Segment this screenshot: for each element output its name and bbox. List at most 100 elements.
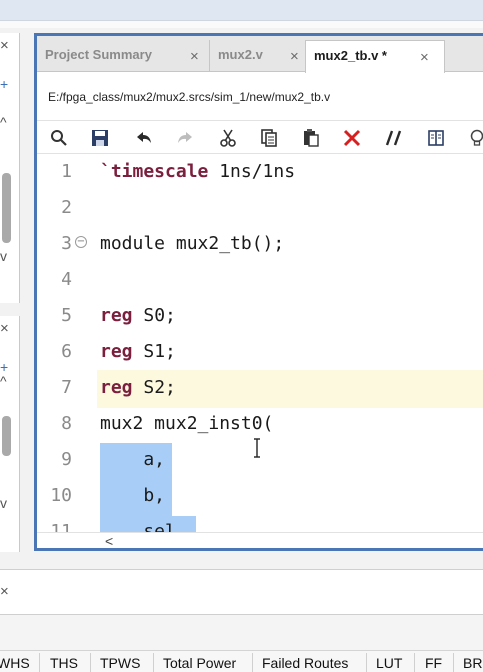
code-line[interactable]: 8 mux2 mux2_inst0( — [37, 406, 483, 442]
scroll-up-icon[interactable]: ^ — [0, 115, 7, 129]
tab-mux2-v[interactable]: mux2.v × — [209, 40, 305, 72]
bottom-panel: × — [0, 569, 483, 615]
horizontal-scrollbar[interactable]: < — [37, 532, 483, 548]
column-divider[interactable] — [153, 653, 154, 672]
tab-project-summary[interactable]: Project Summary × — [37, 40, 209, 72]
line-number: 6 — [61, 341, 72, 362]
pin-icon[interactable]: + — [0, 77, 8, 91]
code-text: `timescale 1ns/1ns — [100, 161, 295, 182]
column-header[interactable]: FF — [425, 655, 442, 671]
code-line[interactable]: 4 — [37, 262, 483, 298]
code-line[interactable]: 2 — [37, 190, 483, 226]
close-icon[interactable]: × — [0, 583, 9, 600]
column-header[interactable]: TPWS — [100, 655, 140, 671]
save-icon[interactable] — [88, 121, 112, 155]
column-header[interactable]: WHS — [0, 655, 30, 671]
line-number: 4 — [61, 269, 72, 290]
close-icon[interactable]: × — [420, 49, 429, 66]
code-token: module mux2_tb(); — [100, 233, 285, 254]
code-token: sel — [100, 521, 176, 532]
paste-icon[interactable] — [299, 121, 323, 155]
code-token: S2; — [132, 377, 176, 398]
left-panel-top: × + ^ v — [0, 33, 20, 303]
code-token: mux2 mux2_inst0( — [100, 413, 274, 434]
tab-label: Project Summary — [45, 47, 152, 62]
code-text: reg S0; — [100, 305, 176, 326]
code-line[interactable]: 6 reg S1; — [37, 334, 483, 370]
code-text: b, — [100, 485, 165, 506]
scroll-up-icon[interactable]: ^ — [0, 374, 7, 388]
line-number: 7 — [61, 377, 72, 398]
scroll-down-icon[interactable]: v — [0, 249, 7, 263]
vertical-scrollbar[interactable] — [2, 416, 11, 456]
code-text: a, — [100, 449, 165, 470]
file-path: E:/fpga_class/mux2/mux2.srcs/sim_1/new/m… — [48, 90, 331, 104]
top-strip — [0, 0, 483, 20]
code-text: sel — [100, 521, 176, 532]
code-line[interactable]: 10 b, — [37, 478, 483, 514]
close-icon[interactable]: × — [0, 38, 9, 53]
column-divider[interactable] — [453, 653, 454, 672]
code-line[interactable]: 3− module mux2_tb(); — [37, 226, 483, 262]
column-header[interactable]: Total Power — [163, 655, 236, 671]
keyword-token: reg — [100, 341, 133, 362]
directive-token: `timescale — [100, 161, 209, 182]
lightbulb-icon[interactable] — [465, 121, 483, 155]
column-header[interactable]: THS — [50, 655, 78, 671]
scroll-left-icon[interactable]: < — [105, 533, 113, 548]
column-divider[interactable] — [366, 653, 367, 672]
redo-icon[interactable] — [173, 121, 197, 155]
delete-icon[interactable] — [340, 121, 364, 155]
column-header[interactable]: Failed Routes — [262, 655, 348, 671]
close-icon[interactable]: × — [190, 48, 199, 65]
code-line[interactable]: 1 `timescale 1ns/1ns — [37, 154, 483, 190]
close-icon[interactable]: × — [290, 48, 299, 65]
column-divider[interactable] — [39, 653, 40, 672]
line-number: 1 — [61, 161, 72, 182]
code-token: S0; — [132, 305, 176, 326]
line-number: 9 — [61, 449, 72, 470]
copy-icon[interactable] — [257, 121, 281, 155]
editor-tab-bar: Project Summary × mux2.v × mux2_tb.v * × — [37, 36, 483, 73]
code-text: module mux2_tb(); — [100, 233, 284, 254]
fold-icon[interactable]: − — [75, 236, 87, 248]
keyword-token: reg — [100, 377, 133, 398]
search-icon[interactable] — [47, 121, 71, 155]
tab-label: mux2.v — [218, 47, 263, 62]
column-divider[interactable] — [414, 653, 415, 672]
column-header[interactable]: LUT — [376, 655, 402, 671]
split-icon[interactable] — [424, 121, 448, 155]
code-text: reg S2; — [100, 377, 176, 398]
column-divider[interactable] — [252, 653, 253, 672]
line-number: 5 — [61, 305, 72, 326]
code-line[interactable]: 11 sel — [37, 514, 483, 532]
tab-mux2-tb-v[interactable]: mux2_tb.v * × — [305, 40, 445, 73]
close-icon[interactable]: × — [0, 321, 9, 336]
code-token: a, — [100, 449, 166, 470]
line-number: 10 — [50, 485, 72, 506]
code-area[interactable]: 1 `timescale 1ns/1ns 2 3− module mux2_tb(); 4… — [37, 154, 483, 532]
undo-icon[interactable] — [132, 121, 156, 155]
vertical-scrollbar[interactable] — [2, 173, 11, 243]
comment-icon[interactable] — [382, 121, 406, 155]
code-text: reg S1; — [100, 341, 176, 362]
code-token: b, — [100, 485, 166, 506]
tab-label: mux2_tb.v * — [314, 48, 387, 63]
keyword-token: reg — [100, 305, 133, 326]
column-header[interactable]: BR — [463, 655, 482, 671]
scroll-down-icon[interactable]: v — [0, 496, 7, 510]
editor-toolbar — [37, 120, 483, 154]
code-editor: Project Summary × mux2.v × mux2_tb.v * ×… — [34, 33, 483, 551]
code-token: S1; — [132, 341, 176, 362]
top-divider — [0, 20, 483, 28]
line-number: 11 — [50, 521, 72, 532]
code-line[interactable]: 5 reg S0; — [37, 298, 483, 334]
line-number: 2 — [61, 197, 72, 218]
line-number: 8 — [61, 413, 72, 434]
pin-icon[interactable]: + — [0, 360, 8, 374]
left-panel-bottom: × + ^ v — [0, 316, 20, 552]
column-divider[interactable] — [90, 653, 91, 672]
panel-gap — [0, 615, 483, 650]
code-line[interactable]: 7 reg S2; — [37, 370, 483, 406]
cut-icon[interactable] — [216, 121, 240, 155]
